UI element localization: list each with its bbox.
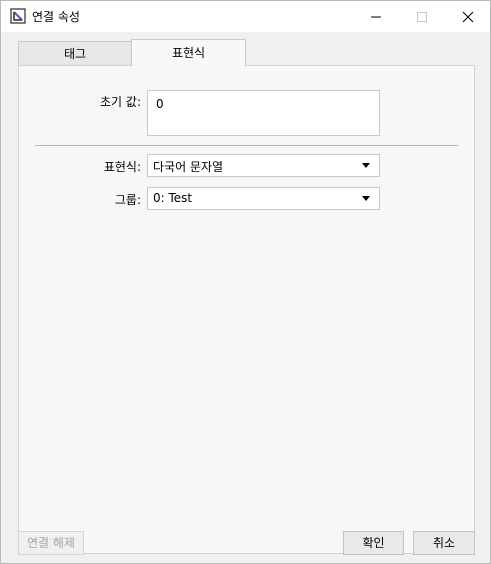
tab-tag[interactable]: 태그 [18, 41, 132, 65]
maximize-icon [417, 11, 427, 22]
maximize-button[interactable] [399, 1, 445, 32]
initial-value-field[interactable]: 0 [147, 90, 380, 136]
group-select[interactable]: 0: Test [147, 187, 380, 210]
close-icon [462, 11, 474, 22]
dialog-client: 태그 표현식 초기 값: 0 표현식: 다국어 문자열 그룹: 0: Test … [1, 32, 490, 563]
title-bar[interactable]: 연결 속성 [1, 1, 490, 32]
ok-button[interactable]: 확인 [343, 531, 404, 555]
group-selected-value: 0: Test [153, 191, 193, 205]
initial-value-text: 0 [156, 97, 164, 111]
tab-panel-expression: 초기 값: 0 표현식: 다국어 문자열 그룹: 0: Test [18, 65, 475, 554]
expression-selected-value: 다국어 문자열 [153, 160, 224, 174]
close-button[interactable] [445, 1, 491, 32]
separator [35, 145, 458, 146]
initial-value-label: 초기 값: [100, 95, 141, 109]
expression-label: 표현식: [103, 160, 141, 174]
tab-expression-label: 표현식 [171, 46, 206, 60]
dialog-window: 연결 속성 태그 표현식 초기 값: 0 표현식: 다국어 문자열 그룹: 0:… [0, 0, 491, 564]
disconnect-button[interactable]: 연결 해제 [18, 531, 84, 555]
minimize-icon [371, 16, 381, 17]
expression-select[interactable]: 다국어 문자열 [147, 154, 380, 177]
chevron-down-icon [362, 163, 370, 168]
tab-tag-label: 태그 [63, 47, 87, 61]
chevron-down-icon [362, 196, 370, 201]
group-label: 그룹: [114, 193, 141, 207]
tab-expression[interactable]: 표현식 [131, 39, 246, 66]
window-title: 연결 속성 [32, 10, 80, 24]
minimize-button[interactable] [353, 1, 399, 32]
cancel-button[interactable]: 취소 [413, 531, 475, 555]
app-icon [10, 8, 26, 24]
